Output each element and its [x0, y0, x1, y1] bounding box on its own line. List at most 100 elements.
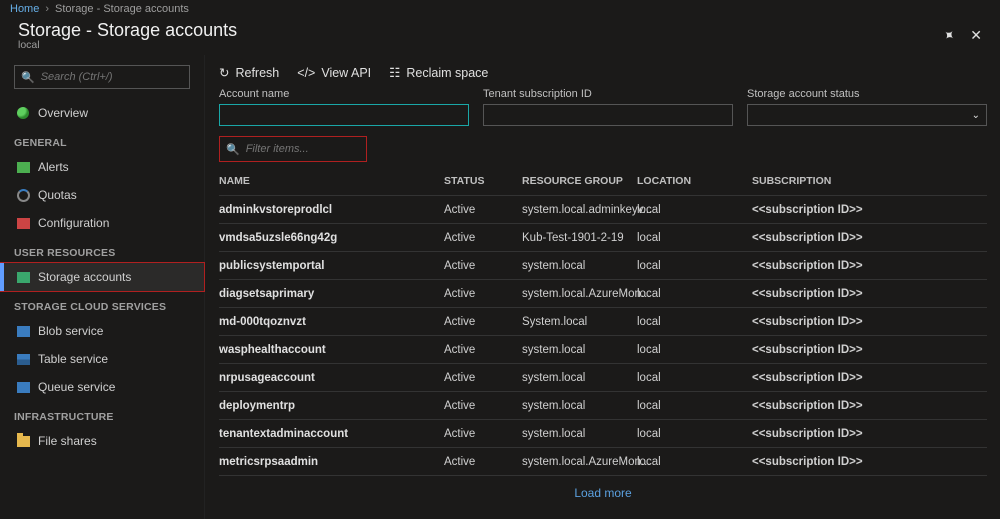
sidebar-item-label: Quotas: [38, 188, 77, 202]
col-location[interactable]: LOCATION: [637, 175, 752, 187]
col-name[interactable]: NAME: [219, 175, 444, 187]
table-row[interactable]: nrpusageaccountActivesystem.locallocal<<…: [219, 364, 987, 392]
table-row[interactable]: diagsetsaprimaryActivesystem.local.Azure…: [219, 280, 987, 308]
cell-rg: system.local: [522, 260, 637, 272]
cell-location: local: [637, 204, 752, 216]
toolbar: ↻ Refresh </> View API ☷ Reclaim space: [211, 55, 995, 88]
cell-rg: system.local: [522, 372, 637, 384]
col-subscription[interactable]: SUBSCRIPTION: [752, 175, 972, 187]
table-row[interactable]: deploymentrpActivesystem.locallocal<<sub…: [219, 392, 987, 420]
account-name-input[interactable]: [219, 104, 469, 126]
cell-location: local: [637, 260, 752, 272]
chevron-right-icon: ›: [45, 3, 49, 15]
cell-rg: system.local: [522, 428, 637, 440]
cell-subscription: <<subscription ID>>: [752, 232, 972, 244]
blob-icon: [16, 324, 30, 338]
pin-icon[interactable]: ✦: [938, 25, 958, 46]
cell-status: Active: [444, 372, 522, 384]
reclaim-space-button[interactable]: ☷ Reclaim space: [389, 65, 488, 80]
breadcrumb: Home › Storage - Storage accounts: [0, 0, 1000, 18]
sidebar-item-table[interactable]: Table service: [0, 345, 204, 373]
cell-subscription: <<subscription ID>>: [752, 204, 972, 216]
toolbar-label: View API: [321, 66, 371, 80]
tenant-subscription-input[interactable]: [483, 104, 733, 126]
cell-location: local: [637, 456, 752, 468]
sidebar-section-user-resources: USER RESOURCES: [0, 237, 204, 263]
filter-input[interactable]: [246, 143, 360, 155]
cell-subscription: <<subscription ID>>: [752, 344, 972, 356]
sidebar-item-label: Overview: [38, 106, 88, 120]
sidebar-item-storage-accounts[interactable]: Storage accounts: [0, 263, 204, 291]
toolbar-label: Refresh: [235, 66, 279, 80]
refresh-button[interactable]: ↻ Refresh: [219, 65, 279, 80]
filter-items-box[interactable]: 🔍: [219, 136, 367, 162]
load-more-link[interactable]: Load more: [219, 476, 987, 510]
status-select[interactable]: ⌄: [747, 104, 987, 126]
sidebar-item-queue[interactable]: Queue service: [0, 373, 204, 401]
table-icon: [16, 352, 30, 366]
sidebar-item-label: Queue service: [38, 380, 115, 394]
cell-rg: Kub-Test-1901-2-19: [522, 232, 637, 244]
breadcrumb-home[interactable]: Home: [10, 3, 39, 15]
cell-name: vmdsa5uzsle66ng42g: [219, 232, 444, 244]
cell-location: local: [637, 232, 752, 244]
cell-status: Active: [444, 260, 522, 272]
sidebar-search[interactable]: 🔍: [14, 65, 190, 89]
filter-label-status: Storage account status: [747, 88, 987, 100]
table-header: NAME STATUS RESOURCE GROUP LOCATION SUBS…: [219, 170, 987, 196]
cell-name: metricsrpsaadmin: [219, 456, 444, 468]
sidebar: 🔍 Overview GENERAL Alerts Quotas Configu…: [0, 55, 205, 519]
cell-location: local: [637, 428, 752, 440]
cell-status: Active: [444, 316, 522, 328]
sidebar-item-fileshares[interactable]: File shares: [0, 427, 204, 455]
cell-rg: System.local: [522, 316, 637, 328]
cell-name: tenantextadminaccount: [219, 428, 444, 440]
table-row[interactable]: adminkvstoreprodlclActivesystem.local.ad…: [219, 196, 987, 224]
globe-icon: [16, 106, 30, 120]
col-rg[interactable]: RESOURCE GROUP: [522, 175, 637, 187]
settings-icon: ☷: [389, 65, 400, 80]
table-row[interactable]: metricsrpsaadminActivesystem.local.Azure…: [219, 448, 987, 476]
cell-status: Active: [444, 232, 522, 244]
alerts-icon: [16, 160, 30, 174]
cell-subscription: <<subscription ID>>: [752, 372, 972, 384]
close-icon[interactable]: ✕: [970, 27, 982, 44]
cell-status: Active: [444, 456, 522, 468]
refresh-icon: ↻: [219, 65, 229, 80]
cell-status: Active: [444, 428, 522, 440]
sidebar-item-blob[interactable]: Blob service: [0, 317, 204, 345]
cell-name: wasphealthaccount: [219, 344, 444, 356]
cell-subscription: <<subscription ID>>: [752, 288, 972, 300]
cell-subscription: <<subscription ID>>: [752, 456, 972, 468]
config-icon: [16, 216, 30, 230]
filter-label-tenant-sub: Tenant subscription ID: [483, 88, 733, 100]
cell-location: local: [637, 288, 752, 300]
sidebar-item-quotas[interactable]: Quotas: [0, 181, 204, 209]
sidebar-item-label: Storage accounts: [38, 270, 131, 284]
table-row[interactable]: vmdsa5uzsle66ng42gActiveKub-Test-1901-2-…: [219, 224, 987, 252]
cell-name: md-000tqoznvzt: [219, 316, 444, 328]
toolbar-label: Reclaim space: [406, 66, 488, 80]
cell-status: Active: [444, 204, 522, 216]
sidebar-item-configuration[interactable]: Configuration: [0, 209, 204, 237]
storage-table: NAME STATUS RESOURCE GROUP LOCATION SUBS…: [211, 170, 995, 519]
cell-name: diagsetsaprimary: [219, 288, 444, 300]
page-title: Storage - Storage accounts: [18, 20, 237, 41]
table-row[interactable]: publicsystemportalActivesystem.localloca…: [219, 252, 987, 280]
col-status[interactable]: STATUS: [444, 175, 522, 187]
cell-subscription: <<subscription ID>>: [752, 428, 972, 440]
table-row[interactable]: md-000tqoznvztActiveSystem.locallocal<<s…: [219, 308, 987, 336]
cell-rg: system.local.adminkeyv...: [522, 204, 637, 216]
view-api-button[interactable]: </> View API: [297, 66, 371, 80]
cell-subscription: <<subscription ID>>: [752, 400, 972, 412]
sidebar-item-overview[interactable]: Overview: [0, 99, 204, 127]
search-icon: 🔍: [226, 143, 240, 156]
table-row[interactable]: wasphealthaccountActivesystem.locallocal…: [219, 336, 987, 364]
sidebar-search-input[interactable]: [41, 71, 184, 83]
sidebar-item-alerts[interactable]: Alerts: [0, 153, 204, 181]
sidebar-section-general: GENERAL: [0, 127, 204, 153]
cell-location: local: [637, 400, 752, 412]
table-row[interactable]: tenantextadminaccountActivesystem.locall…: [219, 420, 987, 448]
cell-rg: system.local: [522, 344, 637, 356]
cell-rg: system.local: [522, 400, 637, 412]
